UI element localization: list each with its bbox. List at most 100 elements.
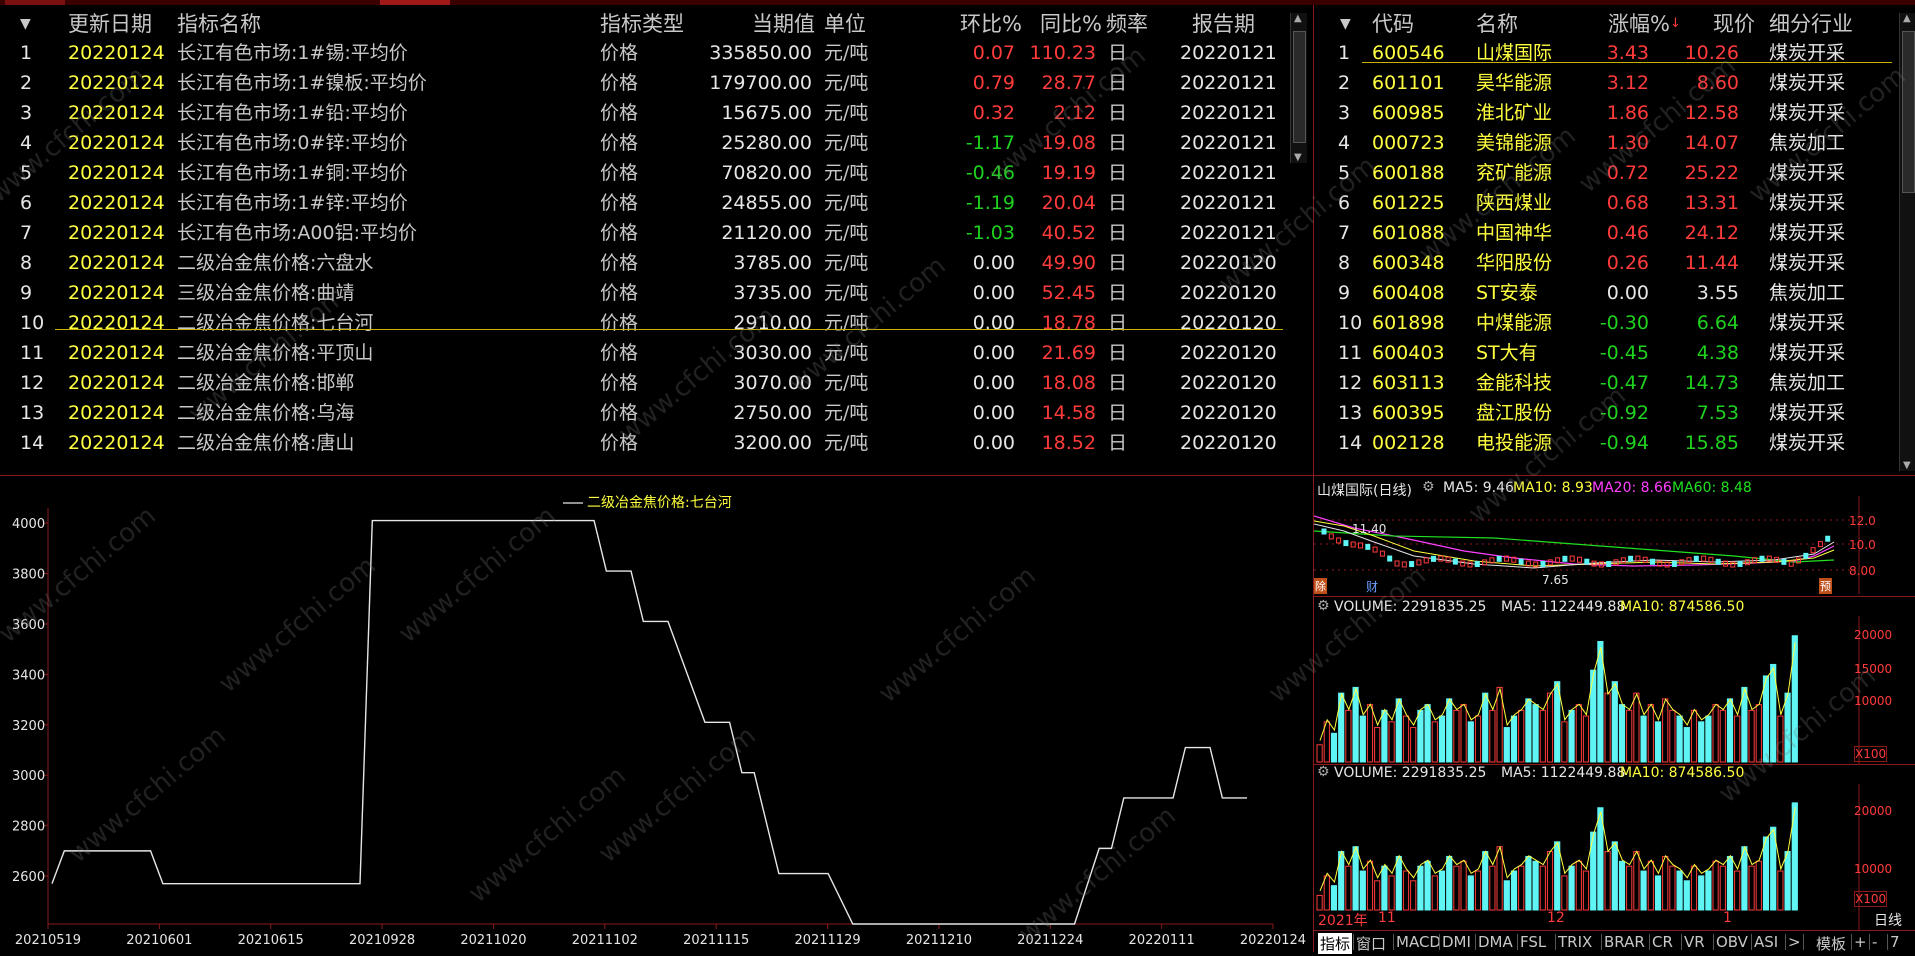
- row-yoy: 40.52: [1041, 222, 1096, 244]
- scroll-thumb[interactable]: [1293, 31, 1306, 143]
- col-header-date[interactable]: 更新日期: [68, 10, 152, 38]
- row-period: 20220120: [1180, 282, 1277, 304]
- tab-indicator[interactable]: BRAR: [1604, 933, 1645, 951]
- tab-more[interactable]: >: [1788, 933, 1801, 951]
- table-row[interactable]: 12 20220124 二级冶金焦价格:邯郸 价格 3070.00 元/吨 0.00 18.0…: [0, 368, 1290, 398]
- right-scrollbar[interactable]: ▲ ▼: [1899, 13, 1915, 471]
- table-row[interactable]: 13 20220124 二级冶金焦价格:乌海 价格 2750.00 元/吨 0.00 14.5…: [0, 398, 1290, 428]
- table-row[interactable]: 10 20220124 二级冶金焦价格:七台河 价格 2910.00 元/吨 0.00 18.…: [0, 308, 1290, 338]
- left-scrollbar[interactable]: ▲ ▼: [1290, 13, 1307, 163]
- col-header-mom[interactable]: 环比%: [960, 10, 1022, 38]
- table-row[interactable]: 7 20220124 长江有色市场:A00铝:平均价 价格 21120.00 元/吨 -1.…: [0, 218, 1290, 248]
- stock-row[interactable]: 10 601898 中煤能源 -0.30 6.64 煤炭开采: [1314, 308, 1894, 338]
- gear-icon[interactable]: ⚙: [1422, 479, 1435, 495]
- period-daily[interactable]: 日线: [1874, 910, 1902, 930]
- row-mom: 0.00: [972, 342, 1015, 364]
- row-unit: 元/吨: [824, 42, 869, 64]
- stock-row[interactable]: 13 600395 盘江股份 -0.92 7.53 煤炭开采: [1314, 398, 1894, 428]
- stock-row[interactable]: 4 000723 美锦能源 1.30 14.07 焦炭加工: [1314, 128, 1894, 158]
- volume-bar: [1438, 715, 1446, 763]
- gear-icon[interactable]: ⚙: [1317, 598, 1330, 614]
- stock-row[interactable]: 7 601088 中国神华 0.46 24.12 煤炭开采: [1314, 218, 1894, 248]
- stock-row[interactable]: 2 601101 昊华能源 3.12 8.60 煤炭开采: [1314, 68, 1894, 98]
- row-yoy: 21.69: [1041, 342, 1096, 364]
- table-row[interactable]: 6 20220124 长江有色市场:1#锌:平均价 价格 24855.00 元/吨 -1.1…: [0, 188, 1290, 218]
- tab-indicator[interactable]: DMI: [1442, 933, 1471, 951]
- col-header-price[interactable]: 现价: [1713, 10, 1755, 38]
- stock-row[interactable]: 8 600348 华阳股份 0.26 11.44 煤炭开采: [1314, 248, 1894, 278]
- table-row[interactable]: 8 20220124 二级冶金焦价格:六盘水 价格 3785.00 元/吨 0.00 49.9…: [0, 248, 1290, 278]
- badge-chu[interactable]: 除: [1314, 578, 1327, 594]
- gear-icon[interactable]: ⚙: [1317, 764, 1330, 780]
- badge-yu[interactable]: 预: [1819, 578, 1832, 594]
- tab-indicator[interactable]: OBV: [1716, 933, 1748, 951]
- stock-row[interactable]: 3 600985 淮北矿业 1.86 12.58 煤炭开采: [1314, 98, 1894, 128]
- col-header-yoy[interactable]: 同比%: [1040, 10, 1102, 38]
- table-row[interactable]: 9 20220124 三级冶金焦价格:曲靖 价格 3735.00 元/吨 0.00 52.45…: [0, 278, 1290, 308]
- volume-bar: [1525, 698, 1532, 763]
- col-header-change[interactable]: 涨幅%: [1608, 10, 1670, 38]
- tab-indicator[interactable]: DMA: [1478, 933, 1513, 951]
- scroll-up-icon[interactable]: ▲: [1903, 13, 1911, 24]
- stock-row[interactable]: 9 600408 ST安泰 0.00 3.55 焦炭加工: [1314, 278, 1894, 308]
- col-header-period[interactable]: 报告期: [1192, 10, 1255, 38]
- table-row[interactable]: 11 20220124 二级冶金焦价格:平顶山 价格 3030.00 元/吨 0.00 21.…: [0, 338, 1290, 368]
- badge-cai[interactable]: 财: [1366, 578, 1378, 595]
- scroll-up-icon[interactable]: ▲: [1294, 13, 1302, 24]
- table-row[interactable]: 2 20220124 长江有色市场:1#镍板:平均价 价格 179700.00 元/吨 0.…: [0, 68, 1290, 98]
- candle: [1540, 561, 1546, 568]
- sort-triangle-icon[interactable]: ▼: [20, 10, 31, 38]
- tab-indicator[interactable]: ASI: [1754, 933, 1778, 951]
- volume-bar: [1417, 709, 1424, 763]
- tab-indicator[interactable]: TRIX: [1558, 933, 1592, 951]
- col-header-type[interactable]: 指标类型: [600, 10, 684, 38]
- table-row[interactable]: 5 20220124 长江有色市场:1#铜:平均价 价格 70820.00 元/吨 -0.4…: [0, 158, 1290, 188]
- col-header-value[interactable]: 当期值: [752, 10, 815, 38]
- kline-panel: 山煤国际(日线) ⚙ MA5: 9.46 MA10: 8.93 MA20: 8.…: [1313, 476, 1915, 597]
- scroll-down-icon[interactable]: ▼: [1903, 460, 1911, 471]
- x-tick-label: 20211102: [572, 933, 638, 948]
- stock-row[interactable]: 1 600546 山煤国际 3.43 10.26 煤炭开采: [1314, 38, 1894, 68]
- volume-bar: [1381, 709, 1388, 763]
- table-row[interactable]: 4 20220124 长江有色市场:0#锌:平均价 价格 25280.00 元/吨 -1.1…: [0, 128, 1290, 158]
- table-row[interactable]: 14 20220124 二级冶金焦价格:唐山 价格 3200.00 元/吨 0.00 18.5…: [0, 428, 1290, 458]
- vol-ytick: 15000: [1854, 662, 1893, 676]
- table-row[interactable]: 3 20220124 长江有色市场:1#铅:平均价 价格 15675.00 元/吨 0.32…: [0, 98, 1290, 128]
- stock-row[interactable]: 11 600403 ST大有 -0.45 4.38 煤炭开采: [1314, 338, 1894, 368]
- candle: [1686, 557, 1692, 564]
- volume-bar: [1618, 704, 1626, 763]
- sort-triangle-icon[interactable]: ▼: [1340, 10, 1351, 38]
- col-header-industry[interactable]: 细分行业: [1769, 10, 1853, 38]
- tab-indicator[interactable]: 窗口: [1356, 933, 1386, 954]
- tab-tool[interactable]: +: [1854, 933, 1867, 951]
- row-no: 9: [20, 282, 33, 304]
- tab-indicator[interactable]: VR: [1684, 933, 1705, 951]
- tab-indicator[interactable]: FSL: [1520, 933, 1546, 951]
- tab-indicator[interactable]: MACD: [1396, 933, 1441, 951]
- col-header-stock-name[interactable]: 名称: [1476, 10, 1518, 38]
- vol-label: VOLUME: 2291835.25: [1334, 765, 1487, 781]
- col-header-name[interactable]: 指标名称: [177, 10, 261, 38]
- stock-row[interactable]: 12 603113 金能科技 -0.47 14.73 焦炭加工: [1314, 368, 1894, 398]
- volume-bar: [1496, 686, 1503, 763]
- stock-row[interactable]: 6 601225 陕西煤业 0.68 13.31 煤炭开采: [1314, 188, 1894, 218]
- scroll-thumb[interactable]: [1902, 31, 1915, 193]
- candle: [1438, 555, 1444, 562]
- row-freq: 日: [1108, 312, 1128, 334]
- candle: [1401, 561, 1407, 568]
- volume-bar: [1503, 880, 1510, 911]
- tab-tool[interactable]: 7: [1890, 933, 1900, 951]
- table-row[interactable]: 1 20220124 长江有色市场:1#锡:平均价 价格 335850.00 元/吨 0.0…: [0, 38, 1290, 68]
- stock-row[interactable]: 5 600188 兖矿能源 0.72 25.22 煤炭开采: [1314, 158, 1894, 188]
- col-header-freq[interactable]: 频率: [1106, 10, 1148, 38]
- volume-bar: [1784, 851, 1791, 911]
- tab-tool[interactable]: 模板: [1816, 933, 1846, 954]
- tab-indicator[interactable]: 指标: [1318, 933, 1353, 954]
- stock-row[interactable]: 14 002128 电投能源 -0.94 15.85 煤炭开采: [1314, 428, 1894, 458]
- scroll-down-icon[interactable]: ▼: [1294, 152, 1302, 163]
- tab-tool[interactable]: -: [1872, 933, 1877, 951]
- col-header-code[interactable]: 代码: [1372, 10, 1414, 38]
- kline-title[interactable]: 山煤国际(日线): [1317, 480, 1412, 500]
- col-header-unit[interactable]: 单位: [824, 10, 866, 38]
- tab-indicator[interactable]: CR: [1652, 933, 1673, 951]
